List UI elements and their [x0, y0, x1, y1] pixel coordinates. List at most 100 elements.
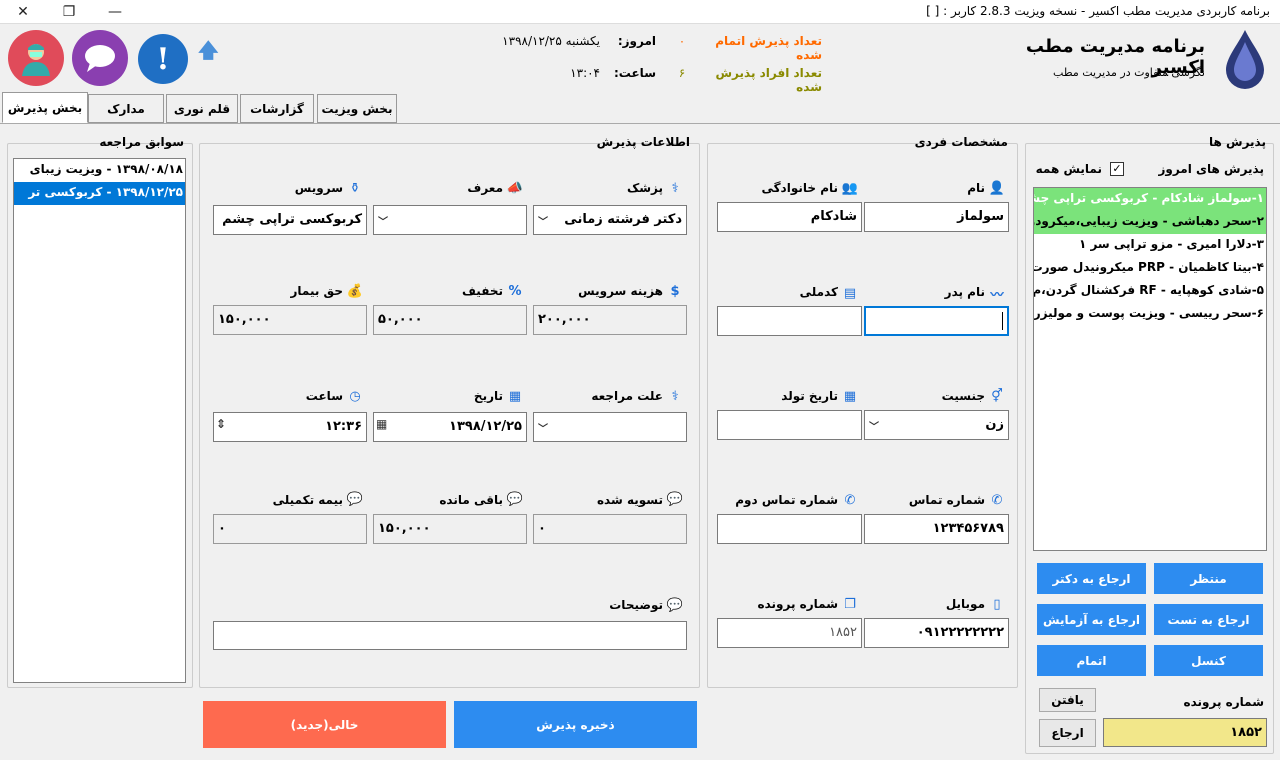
- window-title: برنامه کاربردی مدیریت مطب اکسیر - نسخه و…: [926, 4, 1270, 18]
- father-name-input[interactable]: [864, 306, 1009, 336]
- minimize-icon[interactable]: —: [92, 0, 138, 24]
- history-list[interactable]: ۱۳۹۸/۰۸/۱۸ - ویزیت زیبای ۱۳۹۸/۱۲/۲۵ - کر…: [13, 158, 186, 683]
- chevron-down-icon: ﹀: [378, 217, 388, 228]
- clear-new-button[interactable]: خالی(جدید): [203, 701, 446, 748]
- comment-icon: 💬: [666, 597, 684, 613]
- list-item[interactable]: ۲-سحر دهباشی - ویزیت زیبایی،میکرودرم: [1034, 211, 1266, 234]
- phone-input[interactable]: ۱۲۳۴۵۶۷۸۹: [864, 514, 1009, 544]
- supp-insurance-input[interactable]: ۰: [213, 514, 367, 544]
- file-no-input[interactable]: ۱۸۵۲: [1103, 718, 1267, 747]
- doctor-value: دکتر فرشته زمانی: [564, 212, 682, 227]
- calendar-icon: ▦: [843, 388, 857, 404]
- doctor-avatar-icon[interactable]: [8, 30, 64, 86]
- tab-admission[interactable]: بخش پذیرش: [2, 92, 88, 123]
- header: ! 🡅 یکشنبه ۱۳۹۸/۱۲/۲۵ امروز: ۱۳:۰۴ ساعت:…: [0, 24, 1280, 94]
- chevron-down-icon: ﹀: [869, 422, 879, 433]
- today-label: امروز:: [617, 34, 656, 48]
- phone2-input[interactable]: [717, 514, 862, 544]
- time-input[interactable]: ۱۲:۳۶ ⇕: [213, 412, 367, 442]
- refer-doctor-button[interactable]: ارجاع به دکتر: [1037, 563, 1146, 594]
- doctor-icon: ⚕: [671, 180, 679, 196]
- tab-reports[interactable]: گزارشات: [240, 94, 314, 123]
- reason-label: علت مراجعه: [591, 389, 663, 403]
- file-number-label: شماره پرونده: [757, 597, 838, 611]
- maximize-icon[interactable]: ❐: [46, 0, 92, 24]
- tab-pen[interactable]: قلم نوری: [166, 94, 238, 123]
- remaining-input[interactable]: ۱۵۰,۰۰۰: [373, 514, 527, 544]
- admitted-label: تعداد افراد پذیرش شده: [715, 66, 822, 94]
- save-admission-button[interactable]: ذخیره پذیرش: [454, 701, 697, 748]
- history-title: سوابق مراجعه: [99, 135, 184, 149]
- doctor-label: پزشک: [626, 181, 663, 195]
- list-item[interactable]: ۴-بیتا کاظمیان - PRP میکرونیدل صورت: [1034, 257, 1266, 280]
- patient-share-input[interactable]: ۱۵۰,۰۰۰: [213, 305, 367, 335]
- mobile-icon: ▯: [993, 596, 1001, 612]
- time-value: ۱۲:۳۶: [325, 419, 362, 434]
- gender-value: زن: [985, 417, 1004, 432]
- referrer-select[interactable]: ﹀: [373, 205, 527, 235]
- list-item[interactable]: ۳-دلارا امیری - مزو تراپی سر ۱: [1034, 234, 1266, 257]
- mobile-label: موبایل: [945, 597, 985, 611]
- date-label: تاریخ: [473, 389, 503, 403]
- cancel-button[interactable]: کنسل: [1154, 645, 1263, 676]
- admissions-list[interactable]: ۱-سولماز شادکام - کربوکسی تراپی چشم ۲-سح…: [1033, 187, 1267, 551]
- dollar-icon: $: [670, 283, 680, 299]
- father-name-label: نام پدر: [944, 285, 985, 299]
- gender-select[interactable]: زن ﹀: [864, 410, 1009, 440]
- mobile-input[interactable]: ۰۹۱۲۲۲۲۲۲۲۲: [864, 618, 1009, 648]
- completed-label: تعداد پذیرش اتمام شده: [715, 34, 822, 62]
- tab-documents[interactable]: مدارک: [88, 94, 164, 123]
- tab-visit[interactable]: بخش ویزیت: [317, 94, 397, 123]
- text-cursor: [1002, 312, 1003, 330]
- app-subtitle: نگرشی متفاوت در مدیریت مطب: [1053, 66, 1205, 79]
- cost-input[interactable]: ۲۰۰,۰۰۰: [533, 305, 687, 335]
- find-button[interactable]: یافتن: [1039, 688, 1096, 712]
- finish-button[interactable]: اتمام: [1037, 645, 1146, 676]
- update-arrow-icon[interactable]: 🡅: [198, 36, 219, 70]
- patient-share-label: حق بیمار: [290, 284, 343, 298]
- national-code-input[interactable]: [717, 306, 862, 336]
- refer-test-button[interactable]: ارجاع به تست: [1154, 604, 1263, 635]
- list-item[interactable]: ۶-سحر رییسی - ویزیت پوست و مولیزر ا: [1034, 303, 1266, 326]
- history-item[interactable]: ۱۳۹۸/۱۲/۲۵ - کربوکسی تر: [14, 182, 185, 205]
- last-name-input[interactable]: شادکام: [717, 202, 862, 232]
- reason-select[interactable]: ﹀: [533, 412, 687, 442]
- calendar-picker-icon[interactable]: ▦: [376, 417, 387, 431]
- settled-input[interactable]: ۰: [533, 514, 687, 544]
- last-name-label: نام خانوادگی: [761, 181, 838, 195]
- info-icon[interactable]: !: [138, 34, 188, 84]
- bottle-icon: ⚱: [349, 180, 361, 196]
- logo-drop-icon: [1222, 28, 1268, 93]
- referrer-label: معرف: [467, 181, 503, 195]
- chat-icon[interactable]: [72, 30, 128, 86]
- birth-date-label: تاریخ تولد: [781, 389, 838, 403]
- list-item[interactable]: ۵-شادی کوهپایه - RF فرکشنال گردن،م: [1034, 280, 1266, 303]
- time-spin-icon[interactable]: ⇕: [216, 417, 226, 431]
- service-input[interactable]: کربوکسی تراپی چشم: [213, 205, 367, 235]
- birth-date-input[interactable]: [717, 410, 862, 440]
- show-all-checkbox[interactable]: ✓: [1110, 162, 1124, 176]
- phone-icon: ✆: [991, 492, 1003, 508]
- date-input[interactable]: ۱۳۹۸/۱۲/۲۵ ▦: [373, 412, 527, 442]
- referrer-icon: 📣: [506, 180, 524, 196]
- today-value: یکشنبه ۱۳۹۸/۱۲/۲۵: [502, 34, 600, 48]
- refer-lab-button[interactable]: ارجاع به آزمایش: [1037, 604, 1146, 635]
- admissions-title: پذیرش ها: [1209, 135, 1266, 149]
- list-item[interactable]: ۱-سولماز شادکام - کربوکسی تراپی چشم: [1034, 188, 1266, 211]
- discount-input[interactable]: ۵۰,۰۰۰: [373, 305, 527, 335]
- supp-insurance-label: بیمه تکمیلی: [272, 493, 343, 507]
- time-label: ساعت: [305, 389, 343, 403]
- settled-label: تسویه شده: [596, 493, 663, 507]
- notes-input[interactable]: [213, 621, 687, 650]
- first-name-input[interactable]: سولماز: [864, 202, 1009, 232]
- doctor-select[interactable]: دکتر فرشته زمانی ﹀: [533, 205, 687, 235]
- refer-button[interactable]: ارجاع: [1039, 719, 1096, 747]
- completed-count: ۰: [678, 34, 686, 48]
- waiting-button[interactable]: منتظر: [1154, 563, 1263, 594]
- show-all-label: نمایش همه: [1035, 162, 1102, 176]
- history-item[interactable]: ۱۳۹۸/۰۸/۱۸ - ویزیت زیبای: [14, 159, 185, 182]
- file-number-input[interactable]: ۱۸۵۲: [717, 618, 862, 648]
- mustache-icon: 〰: [990, 287, 1004, 303]
- close-icon[interactable]: ✕: [0, 0, 46, 24]
- phone2-icon: ✆: [844, 492, 856, 508]
